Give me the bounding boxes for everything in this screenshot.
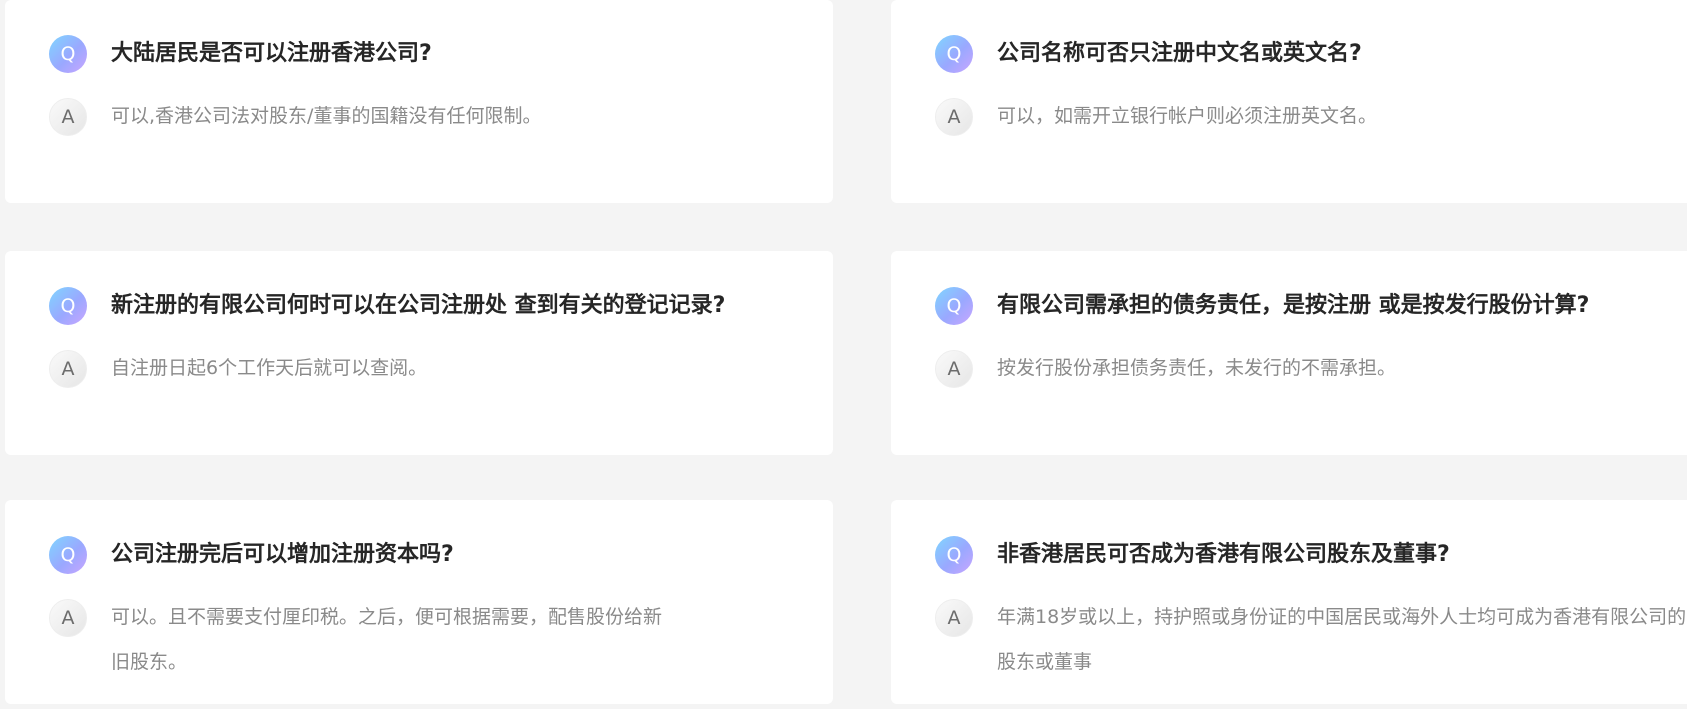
question-row: Q 新注册的有限公司何时可以在公司注册处 查到有关的登记记录? [49,287,725,325]
faq-card: Q 有限公司需承担的债务责任，是按注册 或是按发行股份计算? A 按发行股份承担… [891,251,1687,455]
a-icon: A [935,599,973,637]
answer-row: A 自注册日起6个工作天后就可以查阅。 [49,350,811,391]
answer-text: 年满18岁或以上，持护照或身份证的中国居民或海外人士均可成为香港有限公司的股东或… [997,606,1687,673]
a-icon: A [935,98,973,136]
a-icon: A [49,599,87,637]
answer-text: 可以。且不需要支付厘印税。之后，便可根据需要，配售股份给新旧股东。 [111,606,663,673]
q-icon: Q [49,287,87,325]
answer-text: 按发行股份承担债务责任，未发行的不需承担。 [997,357,1397,379]
q-icon: Q [49,35,87,73]
question-row: Q 公司注册完后可以增加注册资本吗? [49,536,454,574]
faq-card: Q 公司注册完后可以增加注册资本吗? A 可以。且不需要支付厘印税。之后，便可根… [5,500,833,704]
question-row: Q 非香港居民可否成为香港有限公司股东及董事? [935,536,1450,574]
a-icon: A [49,350,87,388]
q-icon: Q [935,287,973,325]
question-text: 公司名称可否只注册中文名或英文名? [997,41,1362,66]
question-text: 非香港居民可否成为香港有限公司股东及董事? [997,542,1450,567]
answer-row: A 年满18岁或以上，持护照或身份证的中国居民或海外人士均可成为香港有限公司的股… [935,599,1687,685]
answer-row: A 按发行股份承担债务责任，未发行的不需承担。 [935,350,1687,391]
answer-text: 自注册日起6个工作天后就可以查阅。 [111,357,428,379]
answer-text: 可以,香港公司法对股东/董事的国籍没有任何限制。 [111,105,542,127]
q-icon: Q [49,536,87,574]
question-row: Q 大陆居民是否可以注册香港公司? [49,35,432,73]
question-text: 公司注册完后可以增加注册资本吗? [111,542,454,567]
question-text: 有限公司需承担的债务责任，是按注册 或是按发行股份计算? [997,293,1590,318]
q-icon: Q [935,35,973,73]
faq-card: Q 公司名称可否只注册中文名或英文名? A 可以，如需开立银行帐户则必须注册英文… [891,0,1687,203]
faq-card: Q 非香港居民可否成为香港有限公司股东及董事? A 年满18岁或以上，持护照或身… [891,500,1687,704]
faq-card: Q 大陆居民是否可以注册香港公司? A 可以,香港公司法对股东/董事的国籍没有任… [5,0,833,203]
q-icon: Q [935,536,973,574]
answer-row: A 可以,香港公司法对股东/董事的国籍没有任何限制。 [49,98,811,139]
question-text: 新注册的有限公司何时可以在公司注册处 查到有关的登记记录? [111,293,726,318]
a-icon: A [935,350,973,388]
faq-grid: Q 大陆居民是否可以注册香港公司? A 可以,香港公司法对股东/董事的国籍没有任… [0,0,1687,709]
faq-card: Q 新注册的有限公司何时可以在公司注册处 查到有关的登记记录? A 自注册日起6… [5,251,833,455]
answer-row: A 可以，如需开立银行帐户则必须注册英文名。 [935,98,1687,139]
question-row: Q 有限公司需承担的债务责任，是按注册 或是按发行股份计算? [935,287,1589,325]
a-icon: A [49,98,87,136]
question-row: Q 公司名称可否只注册中文名或英文名? [935,35,1362,73]
answer-text: 可以，如需开立银行帐户则必须注册英文名。 [997,105,1378,127]
answer-row: A 可以。且不需要支付厘印税。之后，便可根据需要，配售股份给新旧股东。 [49,599,671,685]
question-text: 大陆居民是否可以注册香港公司? [111,41,432,66]
